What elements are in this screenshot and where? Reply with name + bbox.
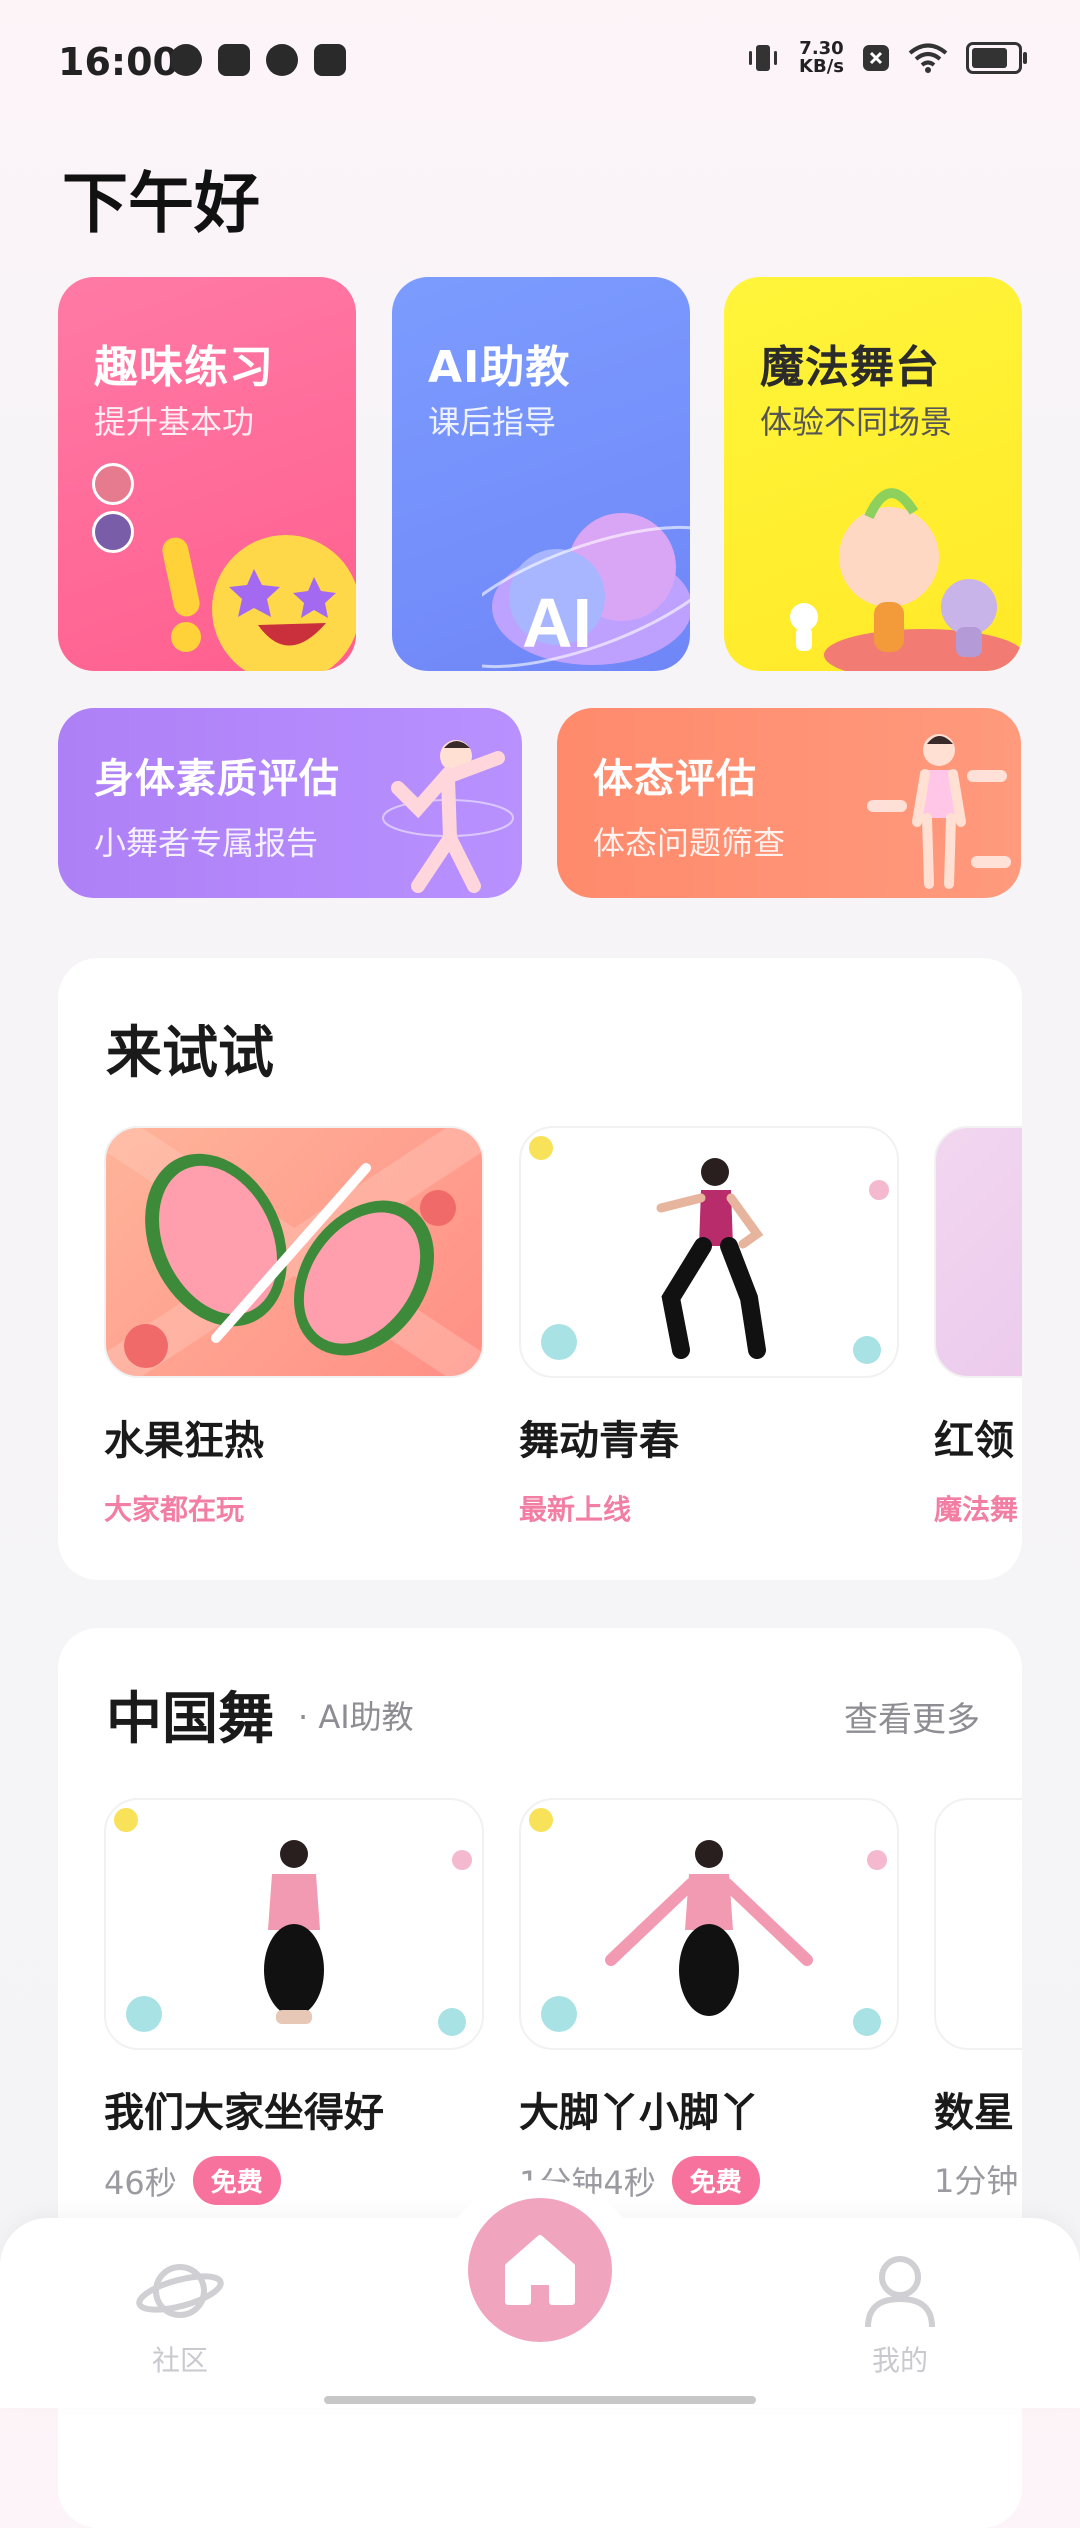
game-thumbnail [104,1126,484,1378]
card-subtitle: 课后指导 [428,403,557,441]
game-thumbnail [934,1126,1022,1378]
star-eyes-emoji-icon [162,535,356,671]
speed-unit: KB/s [799,56,844,77]
game-thumbnail [519,1126,899,1378]
card-subtitle: 体态问题筛查 [593,824,786,862]
card-subtitle: 小舞者专属报告 [94,824,319,862]
free-badge: 免费 [192,2156,281,2205]
course-meta: 46秒 免费 [104,2156,484,2205]
tile-tag: 最新上线 [519,1493,632,1526]
wifi-icon [908,43,948,73]
home-button[interactable] [468,2198,612,2342]
course-thumbnail [104,1798,484,2050]
free-badge: 免费 [671,2156,760,2205]
course-tile-sit-well[interactable]: 我们大家坐得好 46秒 免费 [104,1798,484,2205]
seated-dancer-icon [114,1808,472,2036]
section-title: 中国舞 [106,1687,274,1752]
dancer-icon [529,1136,889,1364]
notification-icons [170,44,346,76]
posture-assessment-card[interactable]: 体态评估 体态问题筛查 [557,708,1021,898]
course-name: 我们大家坐得好 [104,2090,384,2136]
user-avatars [92,463,134,553]
status-time: 16:00 [58,40,179,84]
course-name: 大脚丫小脚丫 [519,2090,759,2136]
nav-label: 社区 [151,2344,208,2377]
card-title: 趣味练习 [94,342,274,393]
close-box-icon [863,45,889,71]
gesture-bar[interactable] [324,2396,756,2404]
course-name: 数星 [934,2090,1014,2136]
card-subtitle: 提升基本功 [94,403,255,441]
course-thumbnail [934,1798,1022,2050]
watermelon-icon [106,1128,482,1376]
course-meta: 1分钟 [934,2156,1022,2202]
vibrate-icon [749,45,778,71]
section-subtitle: · AI助教 [298,1698,414,1736]
battery-icon [966,42,1027,74]
physical-assessment-card[interactable]: 身体素质评估 小舞者专属报告 [58,708,522,898]
card-title: AI助教 [428,342,571,393]
card-title: 体态评估 [593,756,757,802]
svg-text:AI: AI [522,584,592,662]
see-more-link[interactable]: 查看更多 [844,1692,980,1741]
wechat-icon [266,44,298,76]
try-it-section: 来试试 水果狂热 大家都在玩 舞动青春 最新上线 红领 魔法舞 [58,958,1022,1580]
magic-stage-card[interactable]: 魔法舞台 体验不同场景 [724,277,1022,671]
tile-name: 红领 [934,1418,1014,1464]
fun-practice-card[interactable]: 趣味练习 提升基本功 [58,277,356,671]
ai-cloud-icon: AI [482,513,690,669]
card-title: 身体素质评估 [94,756,340,802]
ai-assistant-card[interactable]: AI助教 课后指导 AI [392,277,690,671]
course-tile-count-stars[interactable]: 数星 1分钟 [934,1798,1022,2202]
card-title: 魔法舞台 [760,342,940,393]
nav-label: 我的 [871,2344,928,2377]
star-notification-icon [314,44,346,76]
network-speed: 7.30 KB/s [799,40,844,76]
cartoon-characters-icon [790,488,1022,671]
stretching-girl-icon [382,740,514,893]
tile-name: 水果狂热 [104,1418,264,1464]
course-tile-big-feet[interactable]: 大脚丫小脚丫 1分钟4秒 免费 [519,1798,899,2205]
game-tile-fruit[interactable]: 水果狂热 大家都在玩 [104,1126,484,1528]
tile-tag: 魔法舞 [934,1493,1019,1526]
status-bar: 16:00 7.30 KB/s [0,0,1080,130]
seated-dancer-arms-icon [529,1808,887,2036]
app-notification-icon [170,44,202,76]
nav-community[interactable]: 社区 [100,2253,260,2379]
nav-mine[interactable]: 我的 [820,2253,980,2379]
course-duration: 1分钟 [934,2162,1019,2200]
system-status: 7.30 KB/s [745,40,1027,76]
message-icon [218,44,250,76]
card-subtitle: 体验不同场景 [760,403,953,441]
game-tile-red-scarf[interactable]: 红领 魔法舞 [934,1126,1022,1528]
person-icon [865,2256,935,2328]
course-thumbnail [519,1798,899,2050]
planet-icon [136,2264,224,2318]
game-tile-dance-youth[interactable]: 舞动青春 最新上线 [519,1126,899,1528]
greeting-title: 下午好 [62,165,260,242]
course-duration: 46秒 [104,2163,177,2202]
tile-name: 舞动青春 [519,1418,679,1464]
tile-tag: 大家都在玩 [104,1493,245,1526]
section-title: 来试试 [106,1021,274,1086]
home-icon [505,2235,575,2305]
posture-girl-icon [867,734,1011,889]
